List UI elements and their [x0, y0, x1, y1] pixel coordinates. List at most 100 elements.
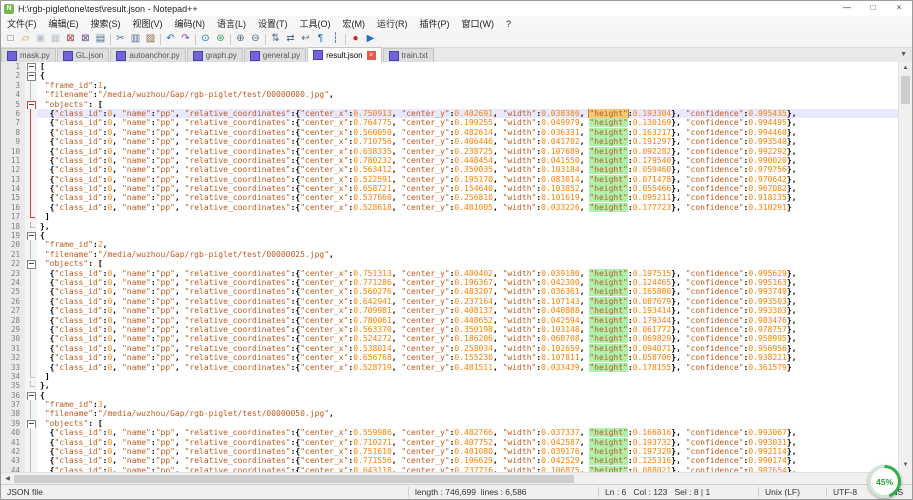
menu-item[interactable]: ?: [500, 19, 517, 29]
menu-item[interactable]: 设置(T): [252, 17, 294, 30]
code-line[interactable]: 34 ]: [1, 372, 898, 381]
tab-general.py[interactable]: general.py: [244, 48, 306, 62]
code-line[interactable]: 29 {"class_id":0, "name":"pp", "relative…: [1, 325, 898, 334]
scroll-down-arrow-icon[interactable]: ▼: [899, 459, 912, 472]
code-line[interactable]: 11 {"class_id":0, "name":"pp", "relative…: [1, 156, 898, 165]
save-icon[interactable]: ▣: [33, 32, 48, 46]
horizontal-scroll-thumb[interactable]: [14, 475, 574, 483]
code-line[interactable]: 13 {"class_id":0, "name":"pp", "relative…: [1, 175, 898, 184]
code-line[interactable]: 22 "objects": [: [1, 259, 898, 268]
menu-item[interactable]: 编码(N): [169, 17, 212, 30]
menu-item[interactable]: 文件(F): [1, 17, 43, 30]
fold-marker[interactable]: [25, 71, 37, 80]
code-line[interactable]: 10 {"class_id":0, "name":"pp", "relative…: [1, 147, 898, 156]
code-line[interactable]: 23 {"class_id":0, "name":"pp", "relative…: [1, 269, 898, 278]
copy-icon[interactable]: ▥: [128, 32, 143, 46]
code-line[interactable]: 32 {"class_id":0, "name":"pp", "relative…: [1, 353, 898, 362]
tab-graph.py[interactable]: graph.py: [187, 48, 243, 62]
fold-marker[interactable]: [25, 419, 37, 428]
code-line[interactable]: 37 "frame_id":3,: [1, 400, 898, 409]
status-eol-format[interactable]: Unix (LF): [758, 487, 826, 497]
tab-mask.py[interactable]: mask.py: [1, 48, 56, 62]
code-line[interactable]: 18},: [1, 222, 898, 231]
vertical-scroll-thumb[interactable]: [901, 76, 910, 104]
minimize-button[interactable]: —: [834, 1, 860, 16]
code-line[interactable]: 21 "filename":"/media/wuzhou/Gap/rgb-pig…: [1, 250, 898, 259]
redo-icon[interactable]: ↷: [178, 32, 193, 46]
code-line[interactable]: 2{: [1, 71, 898, 80]
code-line[interactable]: 28 {"class_id":0, "name":"pp", "relative…: [1, 316, 898, 325]
code-line[interactable]: 26 {"class_id":0, "name":"pp", "relative…: [1, 297, 898, 306]
paste-icon[interactable]: ▨: [143, 32, 158, 46]
play-macro-icon[interactable]: ▶: [363, 32, 378, 46]
find-icon[interactable]: ⊙: [198, 32, 213, 46]
menu-item[interactable]: 运行(R): [371, 17, 414, 30]
undo-icon[interactable]: ↶: [163, 32, 178, 46]
record-macro-icon[interactable]: ●: [348, 32, 363, 46]
tab-autoanchor.py[interactable]: autoanchor.py: [110, 48, 185, 62]
word-wrap-icon[interactable]: ↩: [298, 32, 313, 46]
tab-GL.json[interactable]: GL.json: [57, 48, 110, 62]
tab-train.txt[interactable]: train.txt: [383, 48, 434, 62]
code-line[interactable]: 20 "frame_id":2,: [1, 240, 898, 249]
menu-item[interactable]: 语言(L): [211, 17, 252, 30]
menu-item[interactable]: 宏(M): [337, 17, 372, 30]
close-document-icon[interactable]: ⊠: [63, 32, 78, 46]
vertical-scrollbar[interactable]: ▲ ▼: [898, 62, 912, 472]
code-line[interactable]: 15 {"class_id":0, "name":"pp", "relative…: [1, 193, 898, 202]
code-line[interactable]: 6 {"class_id":0, "name":"pp", "relative_…: [1, 109, 898, 118]
code-line[interactable]: 19{: [1, 231, 898, 240]
close-all-icon[interactable]: ⊠: [78, 32, 93, 46]
code-line[interactable]: 31 {"class_id":0, "name":"pp", "relative…: [1, 344, 898, 353]
replace-icon[interactable]: ⊛: [213, 32, 228, 46]
code-line[interactable]: 3 "frame_id":1,: [1, 81, 898, 90]
sync-vertical-icon[interactable]: ⇅: [268, 32, 283, 46]
code-line[interactable]: 43 {"class_id":0, "name":"pp", "relative…: [1, 456, 898, 465]
close-button[interactable]: ×: [886, 1, 912, 16]
code-line[interactable]: 39 "objects": [: [1, 419, 898, 428]
code-line[interactable]: 5 "objects": [: [1, 100, 898, 109]
fold-marker[interactable]: [25, 231, 37, 240]
show-symbols-icon[interactable]: ¶: [313, 32, 328, 46]
maximize-button[interactable]: □: [860, 1, 886, 16]
code-line[interactable]: 27 {"class_id":0, "name":"pp", "relative…: [1, 306, 898, 315]
scroll-up-arrow-icon[interactable]: ▲: [899, 62, 912, 75]
menu-item[interactable]: 窗口(W): [456, 17, 501, 30]
tab-close-icon[interactable]: ×: [367, 51, 376, 60]
code-line[interactable]: 30 {"class_id":0, "name":"pp", "relative…: [1, 334, 898, 343]
zoom-out-icon[interactable]: ⊖: [248, 32, 263, 46]
code-line[interactable]: 8 {"class_id":0, "name":"pp", "relative_…: [1, 128, 898, 137]
code-line[interactable]: 12 {"class_id":0, "name":"pp", "relative…: [1, 165, 898, 174]
menu-item[interactable]: 工具(O): [294, 17, 337, 30]
code-line[interactable]: 38 "filename":"/media/wuzhou/Gap/rgb-pig…: [1, 409, 898, 418]
editor-pane[interactable]: 1[2{3 "frame_id":1, 4 "filename":"/media…: [1, 62, 898, 472]
fold-marker[interactable]: [25, 100, 37, 109]
code-line[interactable]: 1[: [1, 62, 898, 71]
code-line[interactable]: 40 {"class_id":0, "name":"pp", "relative…: [1, 428, 898, 437]
code-line[interactable]: 24 {"class_id":0, "name":"pp", "relative…: [1, 278, 898, 287]
code-line[interactable]: 36{: [1, 391, 898, 400]
sync-horizontal-icon[interactable]: ⇄: [283, 32, 298, 46]
zoom-in-icon[interactable]: ⊕: [233, 32, 248, 46]
indent-guide-icon[interactable]: ┆: [328, 32, 343, 46]
fold-marker[interactable]: [25, 62, 37, 71]
tab-result.json[interactable]: result.json×: [307, 47, 381, 62]
code-line[interactable]: 17 ]: [1, 212, 898, 221]
code-line[interactable]: 41 {"class_id":0, "name":"pp", "relative…: [1, 438, 898, 447]
menu-item[interactable]: 视图(V): [127, 17, 169, 30]
code-line[interactable]: 16 {"class_id":0, "name":"pp", "relative…: [1, 203, 898, 212]
code-line[interactable]: 4 "filename":"/media/wuzhou/Gap/rgb-pigl…: [1, 90, 898, 99]
fold-marker[interactable]: [25, 391, 37, 400]
code-line[interactable]: 35},: [1, 381, 898, 390]
code-line[interactable]: 33 {"class_id":0, "name":"pp", "relative…: [1, 363, 898, 372]
code-line[interactable]: 14 {"class_id":0, "name":"pp", "relative…: [1, 184, 898, 193]
code-line[interactable]: 7 {"class_id":0, "name":"pp", "relative_…: [1, 118, 898, 127]
menu-item[interactable]: 编辑(E): [43, 17, 85, 30]
menu-item[interactable]: 插件(P): [414, 17, 456, 30]
code-line[interactable]: 42 {"class_id":0, "name":"pp", "relative…: [1, 447, 898, 456]
code-line[interactable]: 25 {"class_id":0, "name":"pp", "relative…: [1, 287, 898, 296]
fold-marker[interactable]: [25, 259, 37, 268]
tab-list-button[interactable]: ▼: [897, 50, 910, 59]
cut-icon[interactable]: ✂: [113, 32, 128, 46]
save-all-icon[interactable]: ▦: [48, 32, 63, 46]
